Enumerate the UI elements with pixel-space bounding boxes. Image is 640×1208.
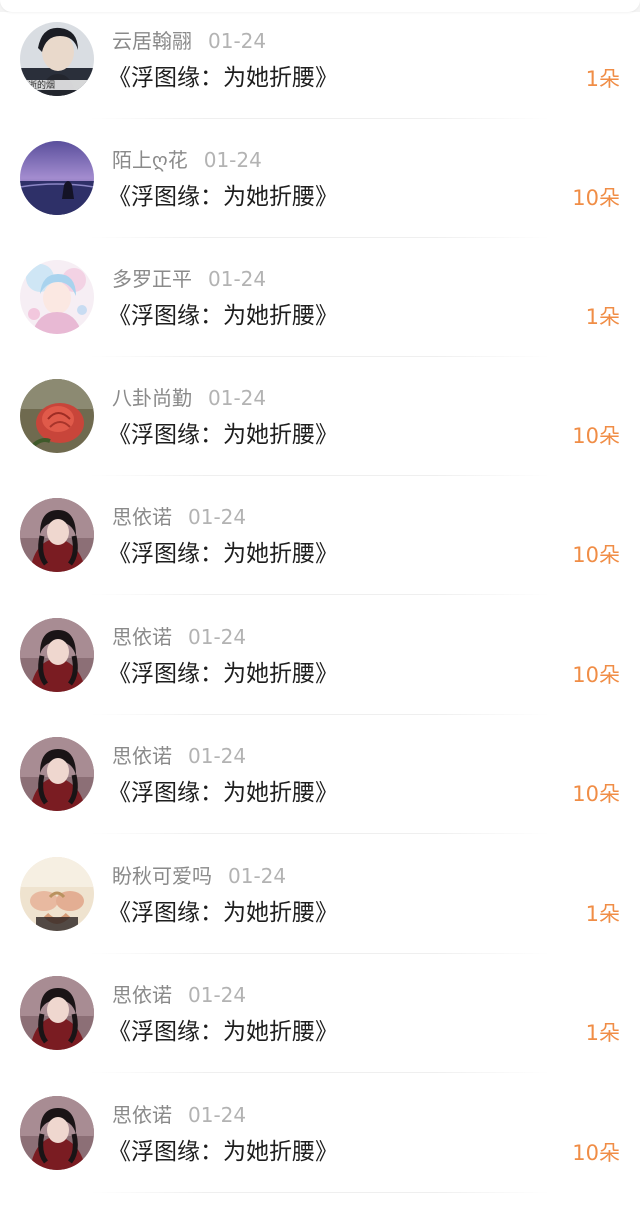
flower-amount: 10朵: [572, 1141, 620, 1165]
gift-row[interactable]: 多罗正平 01-24 《浮图缘：为她折腰》 1朵: [0, 238, 640, 357]
hands-ring-avatar[interactable]: [20, 857, 94, 931]
gift-row[interactable]: 思依诺 01-24 《浮图缘：为她折腰》 10朵: [0, 1074, 640, 1193]
book-title[interactable]: 《浮图缘：为她折腰》: [108, 63, 338, 93]
gift-date: 01-24: [203, 148, 262, 172]
row-divider: [90, 833, 550, 834]
gift-row[interactable]: 八卦尚勤 01-24 《浮图缘：为她折腰》 10朵: [0, 357, 640, 476]
flower-amount: 1朵: [585, 67, 620, 91]
user-name[interactable]: 思依诺: [112, 505, 172, 529]
user-line: 多罗正平 01-24: [112, 266, 266, 292]
user-name[interactable]: 思依诺: [112, 1103, 172, 1127]
book-title[interactable]: 《浮图缘：为她折腰》: [108, 1017, 338, 1047]
user-name[interactable]: 思依诺: [112, 983, 172, 1007]
flower-amount: 10朵: [572, 424, 620, 448]
gift-row[interactable]: 思依诺 01-24 《浮图缘：为她折腰》 10朵: [0, 596, 640, 715]
flower-amount: 1朵: [585, 1021, 620, 1045]
book-title[interactable]: 《浮图缘：为她折腰》: [108, 539, 338, 569]
woman-portrait-avatar[interactable]: [20, 737, 94, 811]
book-title[interactable]: 《浮图缘：为她折腰》: [108, 301, 338, 331]
woman-portrait-avatar[interactable]: [20, 618, 94, 692]
book-title[interactable]: 《浮图缘：为她折腰》: [108, 1137, 338, 1167]
flower-amount: 1朵: [585, 902, 620, 926]
gift-row[interactable]: 思依诺 01-24 《浮图缘：为她折腰》 10朵: [0, 715, 640, 834]
gift-date: 01-24: [228, 864, 287, 888]
user-name[interactable]: 多罗正平: [112, 267, 192, 291]
gift-date: 01-24: [188, 625, 247, 649]
user-line: 八卦尚勤 01-24: [112, 385, 266, 411]
user-line: 思依诺 01-24: [112, 504, 246, 530]
user-line: 思依诺 01-24: [112, 982, 246, 1008]
gift-row[interactable]: 盼秋可爱吗 01-24 《浮图缘：为她折腰》 1朵: [0, 835, 640, 954]
gift-row[interactable]: 思依诺 01-24 《浮图缘：为她折腰》 10朵: [0, 476, 640, 595]
flower-amount: 10朵: [572, 663, 620, 687]
book-title[interactable]: 《浮图缘：为她折腰》: [108, 420, 338, 450]
woman-portrait-avatar[interactable]: [20, 976, 94, 1050]
user-line: 思依诺 01-24: [112, 743, 246, 769]
user-line: 盼秋可爱吗 01-24: [112, 863, 286, 889]
gift-date: 01-24: [208, 29, 267, 53]
row-divider: [90, 1072, 550, 1073]
book-title[interactable]: 《浮图缘：为她折腰》: [108, 182, 338, 212]
user-name[interactable]: 陌上ღ花: [112, 148, 188, 172]
row-divider: [90, 594, 550, 595]
gift-row[interactable]: 思依诺 01-24 《浮图缘：为她折腰》 1朵: [0, 954, 640, 1073]
book-title[interactable]: 《浮图缘：为她折腰》: [108, 898, 338, 928]
gift-date: 01-24: [208, 386, 267, 410]
woman-portrait-avatar[interactable]: [20, 498, 94, 572]
gift-date: 01-24: [188, 983, 247, 1007]
user-line: 思依诺 01-24: [112, 1102, 246, 1128]
red-rose-avatar[interactable]: [20, 379, 94, 453]
flower-amount: 10朵: [572, 782, 620, 806]
row-divider: [90, 1192, 550, 1193]
svg-text:逝的烟: 逝的烟: [28, 79, 55, 91]
gift-date: 01-24: [188, 744, 247, 768]
user-line: 思依诺 01-24: [112, 624, 246, 650]
user-name[interactable]: 云居翰翮: [112, 29, 192, 53]
gift-row[interactable]: 逝的烟 云居翰翮 01-24 《浮图缘：为她折腰》 1朵: [0, 0, 640, 119]
anime-girl-avatar[interactable]: [20, 260, 94, 334]
book-title[interactable]: 《浮图缘：为她折腰》: [108, 659, 338, 689]
user-name[interactable]: 盼秋可爱吗: [112, 864, 212, 888]
user-name[interactable]: 思依诺: [112, 625, 172, 649]
user-name[interactable]: 八卦尚勤: [112, 386, 192, 410]
gift-date: 01-24: [188, 1103, 247, 1127]
user-line: 云居翰翮 01-24: [112, 28, 266, 54]
gift-date: 01-24: [188, 505, 247, 529]
gift-row[interactable]: 陌上ღ花 01-24 《浮图缘：为她折腰》 10朵: [0, 119, 640, 238]
user-line: 陌上ღ花 01-24: [112, 147, 262, 173]
book-title[interactable]: 《浮图缘：为她折腰》: [108, 778, 338, 808]
gift-date: 01-24: [208, 267, 267, 291]
woman-portrait-avatar[interactable]: [20, 1096, 94, 1170]
purple-sea-avatar[interactable]: [20, 141, 94, 215]
flower-amount: 1朵: [585, 305, 620, 329]
user-name[interactable]: 思依诺: [112, 744, 172, 768]
flower-amount: 10朵: [572, 186, 620, 210]
boy-portrait-avatar[interactable]: 逝的烟: [20, 22, 94, 96]
flower-amount: 10朵: [572, 543, 620, 567]
